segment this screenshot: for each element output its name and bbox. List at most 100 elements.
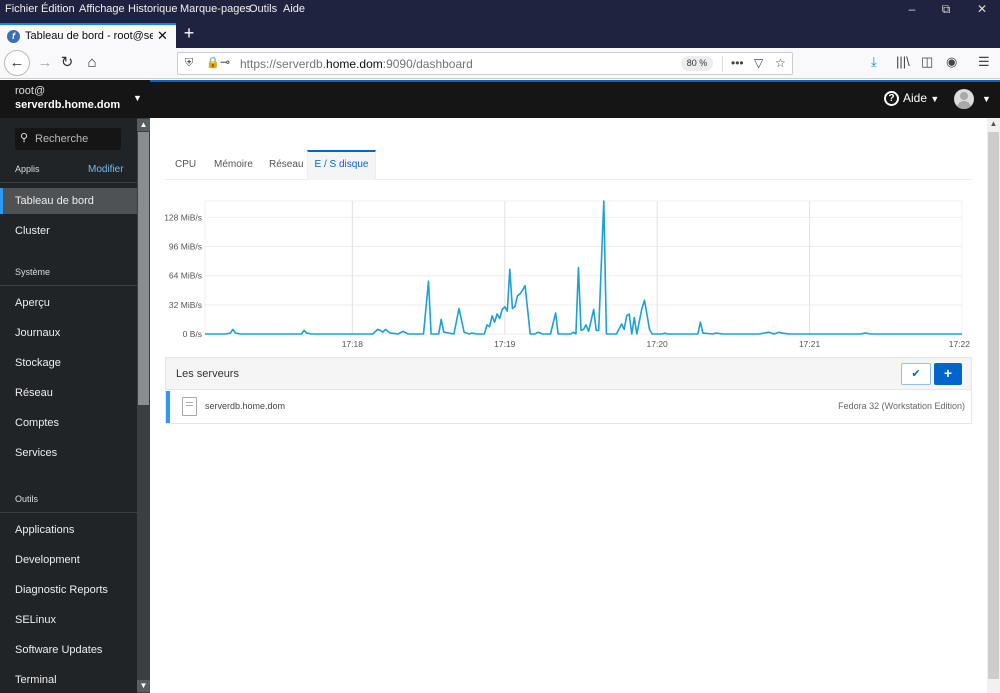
forward-icon[interactable]: → <box>34 52 56 74</box>
section-system-label: Système <box>15 267 51 277</box>
section-tools: Outils <box>0 491 137 513</box>
check-icon: ✔ <box>911 368 921 380</box>
sidebar-item-software-updates[interactable]: Software Updates <box>0 637 137 663</box>
host-switcher[interactable]: root@ serverdb.home.dom ▼ <box>0 80 150 118</box>
help-icon: ? <box>884 91 899 107</box>
user-menu-button[interactable]: ▼ <box>954 89 991 109</box>
y-tick-label: 96 MiB/s <box>169 242 202 252</box>
section-system: Système <box>0 264 137 286</box>
menu-historique[interactable]: Historique <box>128 3 178 15</box>
main-content: CPU Mémoire Réseau E / S disque 0 B/s 32 … <box>150 118 1000 693</box>
home-icon[interactable]: ⌂ <box>81 52 103 74</box>
zoom-level-badge[interactable]: 80 % <box>681 56 713 71</box>
menu-marque-pages[interactable]: Marque-pages <box>180 3 251 15</box>
x-tick-label: 17:20 <box>647 339 669 349</box>
back-icon[interactable]: ← <box>4 50 30 76</box>
plus-icon: + <box>943 365 953 381</box>
pocket-icon[interactable]: ▽ <box>754 56 763 70</box>
browser-tab-active[interactable]: f Tableau de bord - root@serverdb.home.d… <box>0 23 176 48</box>
menu-edition[interactable]: Édition <box>41 3 75 15</box>
sidebar-item-label: Comptes <box>15 417 60 429</box>
url-prefix: https://serverdb. <box>240 57 327 71</box>
menu-fichier[interactable]: Fichier <box>5 3 38 15</box>
sidebar-item-label: Stockage <box>15 357 61 369</box>
close-tab-icon[interactable]: ✕ <box>157 28 168 44</box>
section-tools-label: Outils <box>15 494 39 504</box>
sidebar-item-comptes[interactable]: Comptes <box>0 410 137 436</box>
main-scrollbar[interactable]: ▲ <box>987 118 1000 693</box>
search-input[interactable]: ⚲ Recherche <box>15 128 121 150</box>
insecure-lock-icon[interactable]: 🔒 <box>206 56 220 69</box>
more-actions-icon[interactable]: ••• <box>731 56 744 70</box>
edit-servers-button[interactable]: ✔ <box>901 363 931 385</box>
scroll-up-icon[interactable]: ▲ <box>987 119 1000 131</box>
menu-aide[interactable]: Aide <box>283 3 305 15</box>
menu-affichage[interactable]: Affichage <box>79 3 125 15</box>
sidebar-item-label: Cluster <box>15 225 50 237</box>
scroll-up-icon[interactable]: ▲ <box>137 119 150 131</box>
key-icon[interactable]: ⊸ <box>220 55 230 69</box>
section-apps-label: Applis <box>15 164 40 174</box>
sidebar-item-reseau[interactable]: Réseau <box>0 380 137 406</box>
account-icon[interactable]: ◉ <box>946 54 957 70</box>
help-button[interactable]: ? Aide ▼ <box>884 91 939 107</box>
scrollbar-thumb[interactable] <box>988 132 999 679</box>
url-suffix: :9090/dashboard <box>382 57 473 71</box>
y-tick-label: 64 MiB/s <box>169 271 202 281</box>
downloads-icon[interactable]: ⤓ <box>871 54 877 70</box>
server-name: serverdb.home.dom <box>205 401 286 411</box>
scrollbar-thumb[interactable] <box>138 132 149 405</box>
y-tick-label: 128 MiB/s <box>164 212 202 222</box>
sidebar-item-journaux[interactable]: Journaux <box>0 320 137 346</box>
sidebar-toggle-icon[interactable]: ◫ <box>921 54 933 70</box>
modify-link[interactable]: Modifier <box>88 164 124 175</box>
new-tab-icon[interactable]: + <box>180 23 198 44</box>
sidebar-item-selinux[interactable]: SELinux <box>0 607 137 633</box>
library-icon[interactable]: |||\ <box>896 54 910 69</box>
help-label: Aide <box>903 91 928 105</box>
tab-memoire[interactable]: Mémoire <box>214 150 259 180</box>
hamburger-menu-icon[interactable]: ☰ <box>978 54 990 70</box>
disk-io-chart: 0 B/s 32 MiB/s 64 MiB/s 96 MiB/s 128 MiB/s 1… <box>164 200 970 349</box>
sidebar-item-cluster[interactable]: Cluster <box>0 218 137 244</box>
minimize-icon[interactable]: – <box>897 2 927 16</box>
url-domain: home.dom <box>326 57 383 71</box>
fedora-logo-icon: f <box>7 30 20 43</box>
metric-tabs: CPU Mémoire Réseau E / S disque <box>165 150 972 180</box>
sidebar-item-label: Tableau de bord <box>15 195 94 207</box>
scroll-down-icon[interactable]: ▼ <box>137 680 150 692</box>
menu-outils[interactable]: Outils <box>249 3 277 15</box>
sidebar-item-label: Diagnostic Reports <box>15 584 108 596</box>
address-bar[interactable]: ⛨ 🔒 ⊸ https://serverdb.home.dom:9090/das… <box>177 52 793 75</box>
sidebar-item-stockage[interactable]: Stockage <box>0 350 137 376</box>
bookmark-star-icon[interactable]: ☆ <box>775 56 786 70</box>
sidebar-item-terminal[interactable]: Terminal <box>0 667 137 693</box>
add-server-button[interactable]: + <box>934 363 962 385</box>
server-row[interactable]: serverdb.home.dom Fedora 32 (Workstation… <box>166 391 971 423</box>
tab-cpu[interactable]: CPU <box>175 150 205 180</box>
avatar-icon <box>954 89 974 109</box>
sidebar-item-applications[interactable]: Applications <box>0 517 137 543</box>
sidebar-item-diagnostic-reports[interactable]: Diagnostic Reports <box>0 577 137 603</box>
sidebar: root@ serverdb.home.dom ▼ ⚲ Recherche Ap… <box>0 80 150 693</box>
separator <box>722 56 723 72</box>
shield-icon[interactable]: ⛨ <box>185 57 193 70</box>
y-tick-label: 0 B/s <box>183 329 202 339</box>
x-tick-label: 17:21 <box>799 339 821 349</box>
sidebar-item-tableau-de-bord[interactable]: Tableau de bord <box>0 188 137 214</box>
tab-disk-io[interactable]: E / S disque <box>307 150 376 180</box>
caret-down-icon: ▼ <box>982 94 991 104</box>
tab-reseau[interactable]: Réseau <box>269 150 307 180</box>
sidebar-item-development[interactable]: Development <box>0 547 137 573</box>
url-text[interactable]: https://serverdb.home.dom:9090/dashboard <box>240 57 473 71</box>
search-placeholder: Recherche <box>35 133 89 145</box>
sidebar-item-apercu[interactable]: Aperçu <box>0 290 137 316</box>
sidebar-scrollbar[interactable]: ▲ ▼ <box>137 118 150 693</box>
sidebar-item-label: Journaux <box>15 327 61 339</box>
servers-title: Les serveurs <box>176 368 239 380</box>
restore-icon[interactable]: ⧉ <box>931 2 961 17</box>
close-window-icon[interactable]: ✕ <box>967 2 997 16</box>
sidebar-item-services[interactable]: Services <box>0 440 137 466</box>
reload-icon[interactable]: ↻ <box>56 52 78 74</box>
window-titlebar: Fichier Édition Affichage Historique Mar… <box>0 0 1000 20</box>
